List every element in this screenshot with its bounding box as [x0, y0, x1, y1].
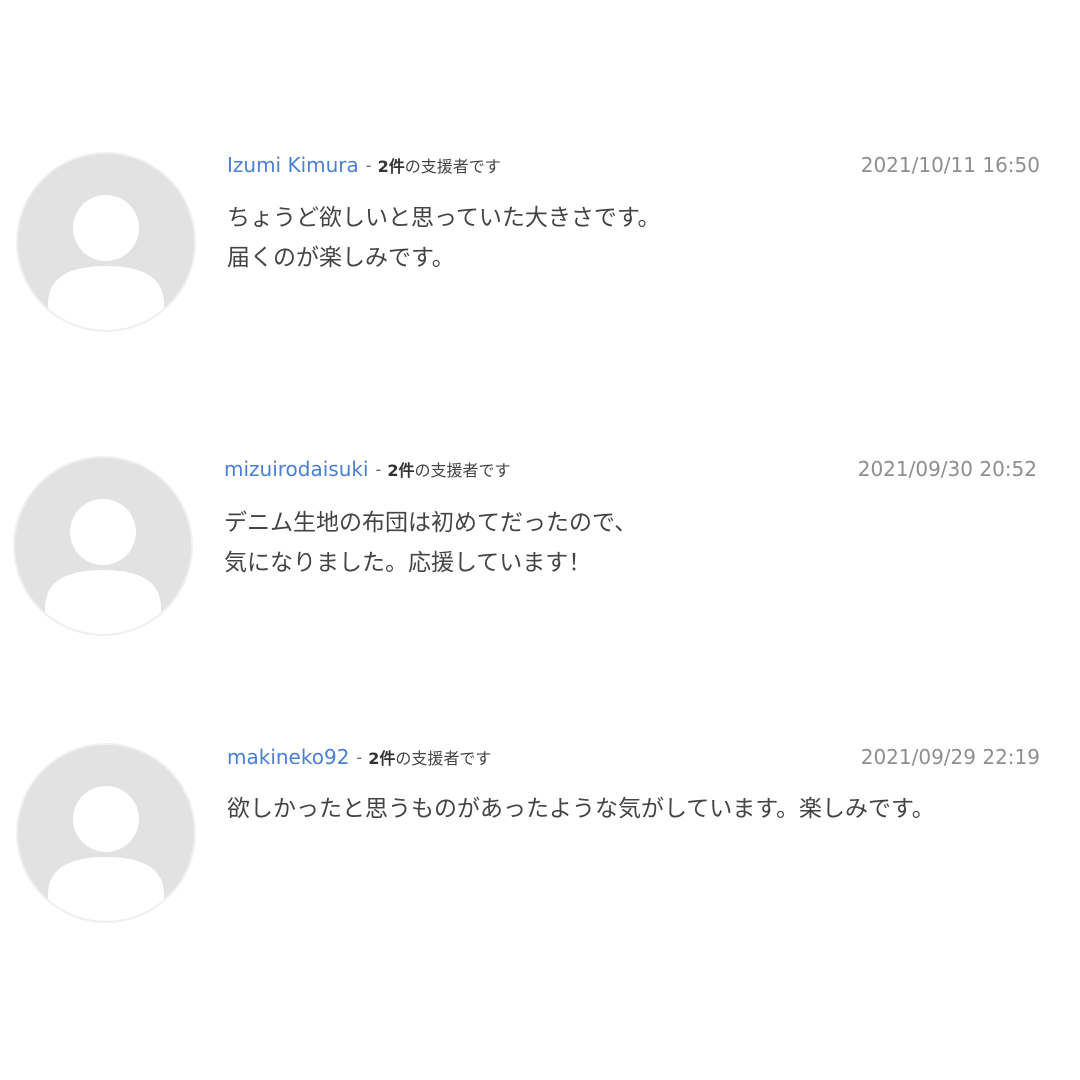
support-count: 2件 [387, 461, 415, 480]
user-name-link[interactable]: mizuirodaisuki [224, 457, 369, 481]
comment-body-line: デニム生地の布団は初めてだったので、 [224, 510, 638, 536]
avatar[interactable] [16, 152, 196, 332]
comment-body-line: 気になりました。応援しています！ [224, 550, 592, 576]
meta-separator: - [365, 155, 372, 175]
user-name-link[interactable]: makineko92 [227, 745, 349, 769]
comment-body: 欲しかったと思うものがあったような気がしています。楽しみです。 [227, 789, 935, 829]
comment-timestamp: 2021/10/11 16:50 [860, 153, 1040, 177]
meta-separator: - [375, 459, 382, 479]
avatar[interactable] [13, 456, 193, 636]
support-label: の支援者です [414, 461, 511, 480]
comment-meta: mizuirodaisuki - 2件 の支援者です [224, 454, 510, 484]
avatar[interactable] [16, 743, 196, 923]
comment-body-line: 届くのが楽しみです。 [227, 245, 455, 271]
support-label: の支援者です [404, 157, 501, 176]
comment-timestamp: 2021/09/29 22:19 [860, 745, 1040, 769]
comment-body: デニム生地の布団は初めてだったので、 気になりました。応援しています！ [224, 503, 637, 583]
default-user-avatar-icon [48, 786, 164, 921]
default-user-avatar-icon [45, 499, 161, 634]
comment-meta: Izumi Kimura - 2件 の支援者です [227, 150, 501, 180]
support-count: 2件 [368, 749, 396, 768]
comment-body: ちょうど欲しいと思っていた大きさです。 届くのが楽しみです。 [227, 198, 661, 278]
comment-body-line: 欲しかったと思うものがあったような気がしています。楽しみです。 [227, 796, 935, 822]
comment-body-line: ちょうど欲しいと思っていた大きさです。 [227, 205, 661, 231]
comment-timestamp: 2021/09/30 20:52 [857, 457, 1037, 481]
comment-meta: makineko92 - 2件 の支援者です [227, 742, 491, 772]
user-name-link[interactable]: Izumi Kimura [227, 153, 359, 177]
support-count: 2件 [377, 157, 405, 176]
support-label: の支援者です [395, 749, 492, 768]
meta-separator: - [356, 747, 363, 767]
default-user-avatar-icon [48, 195, 164, 330]
